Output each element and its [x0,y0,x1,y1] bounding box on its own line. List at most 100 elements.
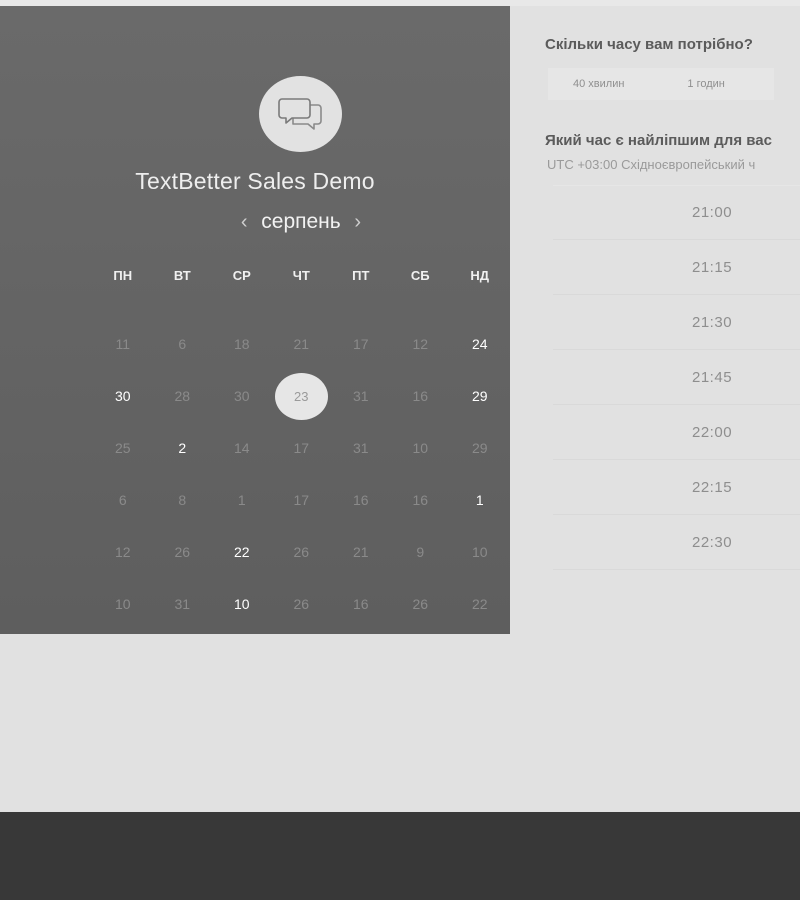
calendar-day-number: 10 [233,596,250,612]
calendar-day: 26 [272,526,332,578]
calendar-day-number: 29 [471,440,488,456]
event-title: TextBetter Sales Demo [135,168,375,194]
calendar-day-number: 16 [412,492,429,508]
calendar-day-number: 16 [352,596,369,612]
calendar-day: 6 [93,474,153,526]
calendar-day-number: 10 [471,544,488,560]
weekday-label: СР [232,268,251,283]
time-slot[interactable]: 21:30 [553,295,800,350]
calendar-day: 28 [153,370,213,422]
calendar-day-number: 21 [293,336,310,352]
calendar-day-number: 23 [274,372,328,420]
timezone-label[interactable]: UTC +03:00 Східноєвропейський ч [547,157,800,172]
calendar-day-number: 24 [471,336,488,352]
weekday-label: НД [470,268,490,283]
calendar-day[interactable]: 2 [153,422,213,474]
calendar-day-number: 10 [114,596,131,612]
calendar-day: 25 [93,422,153,474]
calendar-day: 26 [153,526,213,578]
calendar-day: 31 [153,578,213,630]
calendar-day: 9 [391,526,451,578]
calendar-day-number: 25 [114,440,131,456]
duration-selector: 40 хвилин 1 годин [548,68,774,100]
calendar-day-number: 8 [178,492,187,508]
options-panel: Скільки часу вам потрібно? [545,36,800,53]
calendar-day-number: 22 [233,544,250,560]
calendar-day[interactable]: 30 [93,370,153,422]
time-slot[interactable]: 21:45 [553,350,800,405]
calendar-day: 29 [450,422,510,474]
next-month-button[interactable]: › [347,211,369,234]
chat-bubbles-icon [277,98,322,130]
time-slot[interactable]: 21:00 [553,185,800,240]
time-slot[interactable]: 21:15 [553,240,800,295]
calendar-day: 10 [391,422,451,474]
calendar-day: 12 [93,526,153,578]
calendar-panel: TextBetter Sales Demo ‹ серпень › ПН ВТ … [0,6,510,634]
prev-month-button[interactable]: ‹ [233,211,255,234]
calendar-day: 10 [450,526,510,578]
calendar-day: 6 [153,318,213,370]
calendar-day: 31 [331,422,391,474]
calendar-day: 31 [331,370,391,422]
calendar-day[interactable]: 10 [212,578,272,630]
time-slot[interactable]: 22:15 [553,460,800,515]
calendar-day[interactable]: 24 [450,318,510,370]
duration-option-1hour[interactable]: 1 годин [687,78,724,90]
calendar-day: 26 [391,578,451,630]
calendar-day-number: 21 [352,544,369,560]
calendar-day: 16 [391,370,451,422]
calendar-day: 8 [153,474,213,526]
calendar-day: 16 [331,578,391,630]
calendar-day-number: 22 [471,596,488,612]
calendar-day: 21 [272,318,332,370]
weekday-label: ЧТ [292,268,310,283]
calendar-day: 10 [93,578,153,630]
weekday-label: ПН [113,268,133,283]
calendar-day-number: 2 [178,440,187,456]
calendar-day-number: 16 [352,492,369,508]
calendar-day-number: 6 [178,336,187,352]
calendar-day-number: 17 [352,336,369,352]
days-grid: 11 6 18 21 17 12 24 30 28 30 23 31 16 29 25 2 14 17 31 10 29… [93,318,509,630]
calendar-day: 16 [331,474,391,526]
calendar-day: 14 [212,422,272,474]
calendar-day-number: 18 [233,336,250,352]
calendar-day: 21 [331,526,391,578]
calendar-day-number: 26 [412,596,429,612]
calendar-day: 11 [93,318,153,370]
weekday-label: ПТ [352,268,370,283]
calendar-day-number: 1 [475,492,484,508]
time-question: Який час є найліпшим для вас [545,132,772,149]
calendar-day-number: 16 [412,388,429,404]
calendar-day-number: 28 [174,388,191,404]
calendar-day-number: 1 [237,492,246,508]
calendar-day-number: 6 [118,492,127,508]
weekday-label: СБ [410,268,430,283]
time-slot[interactable]: 22:00 [553,405,800,460]
calendar-day-selected[interactable]: 23 [272,370,332,422]
calendar-day-number: 31 [174,596,191,612]
calendar-day: 22 [450,578,510,630]
calendar-day: 12 [391,318,451,370]
month-label: серпень [261,210,341,233]
calendar-day-number: 30 [233,388,250,404]
duration-question: Скільки часу вам потрібно? [545,36,753,53]
calendar-day-number: 31 [352,388,369,404]
calendar-day[interactable]: 22 [212,526,272,578]
duration-option-40min[interactable]: 40 хвилин [573,78,624,90]
page-footer [0,812,800,900]
calendar-day-number: 31 [352,440,369,456]
calendar-day: 30 [212,370,272,422]
calendar-day[interactable]: 29 [450,370,510,422]
time-slot[interactable]: 22:30 [553,515,800,570]
calendar-day: 26 [272,578,332,630]
calendar-day-number: 10 [412,440,429,456]
time-slots-list: 21:00 21:15 21:30 21:45 22:00 22:15 22:3… [553,185,800,570]
calendar-day[interactable]: 1 [450,474,510,526]
calendar-day: 18 [212,318,272,370]
calendar-day-number: 30 [114,388,131,404]
calendar-day-number: 17 [293,492,310,508]
month-nav: ‹ серпень › [0,210,602,234]
event-logo [259,76,342,152]
